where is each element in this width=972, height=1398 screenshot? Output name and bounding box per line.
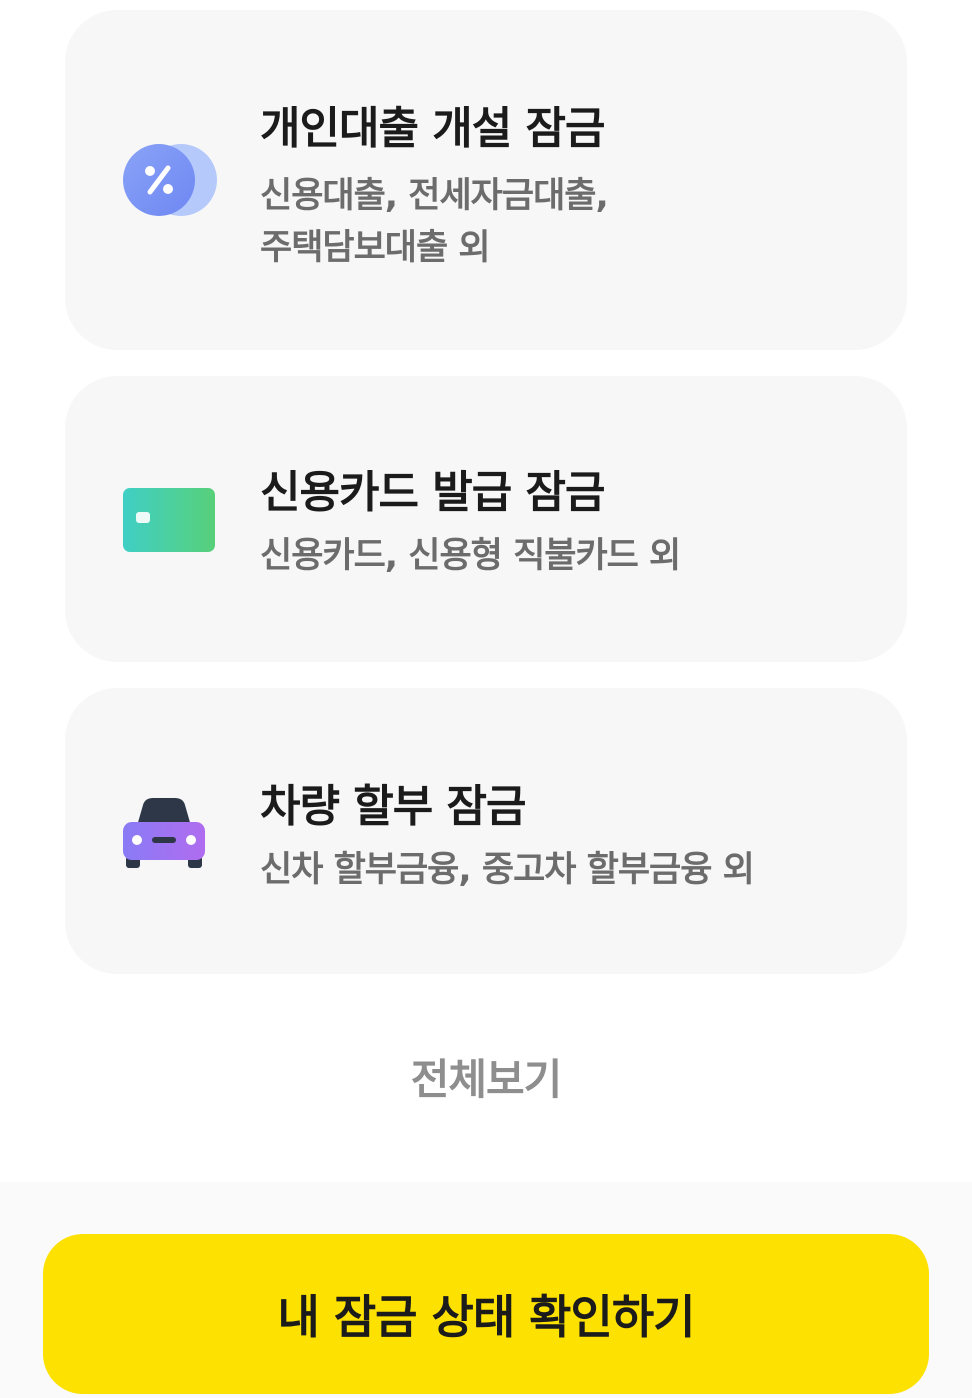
lock-services-page: 개인대출 개설 잠금 신용대출, 전세자금대출, 주택담보대출 외 신용카드 발… — [0, 0, 972, 1398]
card-description: 신차 할부금융, 중고차 할부금융 외 — [260, 844, 755, 896]
card-description-line: 신차 할부금융, 중고차 할부금융 외 — [260, 850, 755, 890]
percent-coins-icon — [123, 144, 217, 216]
card-title: 차량 할부 잠금 — [260, 781, 527, 832]
car-icon — [123, 798, 205, 868]
card-description-line: 주택담보대출 외 — [260, 228, 491, 268]
card-title: 신용카드 발급 잠금 — [260, 467, 605, 518]
card-description-line: 신용대출, 전세자금대출, — [260, 176, 609, 216]
card-description: 신용대출, 전세자금대출, 주택담보대출 외 — [260, 170, 609, 274]
card-description: 신용카드, 신용형 직불카드 외 — [260, 530, 681, 582]
card-description-line: 신용카드, 신용형 직불카드 외 — [260, 536, 681, 576]
view-all-link[interactable]: 전체보기 — [0, 1046, 972, 1107]
check-lock-status-button[interactable]: 내 잠금 상태 확인하기 — [43, 1234, 929, 1394]
card-credit-card-lock[interactable]: 신용카드 발급 잠금 신용카드, 신용형 직불카드 외 — [65, 376, 907, 662]
credit-card-icon — [123, 488, 215, 552]
card-car-installment-lock[interactable]: 차량 할부 잠금 신차 할부금융, 중고차 할부금융 외 — [65, 688, 907, 974]
card-personal-loan-lock[interactable]: 개인대출 개설 잠금 신용대출, 전세자금대출, 주택담보대출 외 — [65, 10, 907, 350]
card-title: 개인대출 개설 잠금 — [260, 103, 605, 154]
